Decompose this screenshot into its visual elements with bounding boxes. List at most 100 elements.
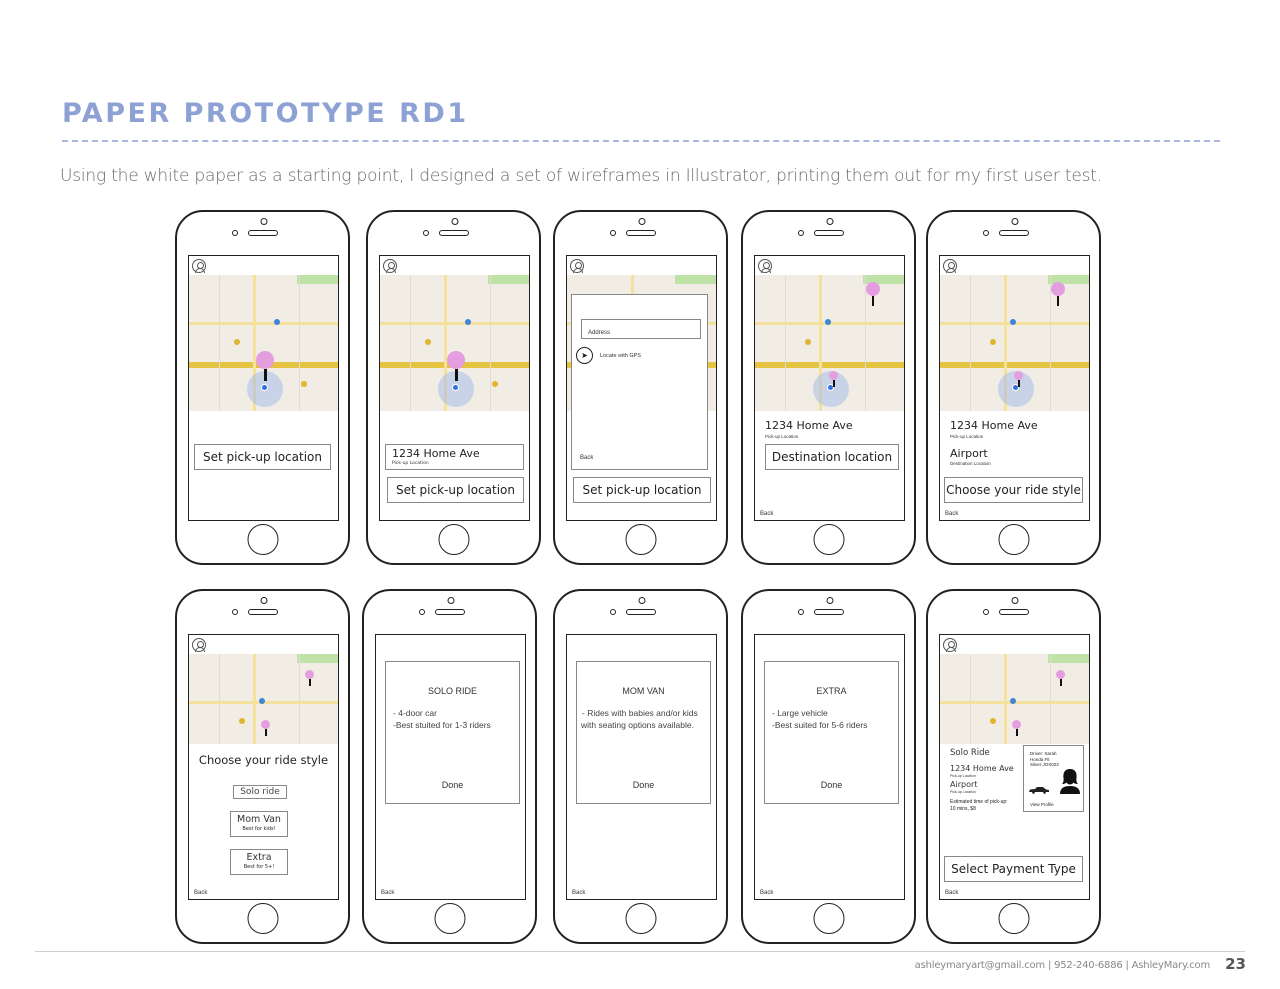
pickup-pin[interactable]	[256, 351, 274, 381]
destination-pin[interactable]	[866, 282, 880, 306]
pickup-pin[interactable]	[447, 351, 465, 381]
map-view[interactable]	[940, 654, 1089, 744]
map-view[interactable]	[940, 275, 1089, 411]
destination-location-button[interactable]: Destination location	[765, 444, 899, 470]
screen-extra-detail: EXTRA - Large vehicle -Best suited for 5…	[754, 634, 905, 900]
map-street	[970, 654, 971, 744]
profile-icon[interactable]	[943, 638, 957, 652]
done-button[interactable]: Done	[765, 780, 898, 790]
map-poi	[234, 339, 240, 345]
map-street	[299, 275, 300, 411]
pickup-address-label: Pick-up Location	[765, 434, 799, 439]
home-button	[625, 524, 656, 555]
map-street	[785, 275, 786, 411]
sensor-icon	[260, 218, 268, 225]
done-button[interactable]: Done	[386, 780, 519, 790]
modal-line-1: - 4-door car	[393, 708, 437, 718]
done-button[interactable]: Done	[577, 780, 710, 790]
choose-ride-style-button[interactable]: Choose your ride style	[944, 477, 1083, 503]
map-poi	[990, 339, 996, 345]
footer-divider	[35, 951, 1245, 952]
phone-frame-3: Address ➤ Locate with GPS Back Set pick-…	[553, 210, 728, 565]
profile-icon[interactable]	[192, 638, 206, 652]
car-icon	[1029, 787, 1049, 794]
address-input[interactable]: Address	[581, 319, 701, 339]
profile-icon[interactable]	[192, 259, 206, 273]
home-button	[247, 524, 278, 555]
camera-icon	[610, 230, 616, 236]
home-button	[998, 524, 1029, 555]
map-poi	[990, 718, 996, 724]
map-view[interactable]	[189, 275, 338, 411]
map-view[interactable]	[755, 275, 904, 411]
back-link[interactable]: Back	[945, 511, 958, 517]
pickup-address: 1234 Home Ave	[392, 447, 480, 460]
camera-icon	[798, 609, 804, 615]
speaker-icon	[626, 230, 656, 236]
screen-address-entry: Address ➤ Locate with GPS Back Set pick-…	[566, 255, 717, 521]
sensor-icon	[638, 597, 646, 604]
pickup-pin	[1014, 371, 1023, 387]
screen-mom-van-detail: MOM VAN - Rides with babies and/or kids …	[566, 634, 717, 900]
profile-icon[interactable]	[758, 259, 772, 273]
modal-line-1: - Rides with babies and/or kids	[582, 708, 698, 718]
map-poi	[825, 319, 831, 325]
back-link[interactable]: Back	[381, 890, 394, 896]
profile-icon[interactable]	[570, 259, 584, 273]
screen-solo-ride-detail: SOLO RIDE - 4-door car -Best stuited for…	[375, 634, 526, 900]
address-entry-panel: Address ➤ Locate with GPS Back	[571, 294, 708, 470]
profile-icon[interactable]	[943, 259, 957, 273]
map-poi	[239, 718, 245, 724]
set-pickup-button[interactable]: Set pick-up location	[194, 444, 331, 470]
speaker-icon	[248, 609, 278, 615]
map-street	[1050, 654, 1051, 744]
option-label: Solo ride	[240, 787, 280, 797]
camera-icon	[419, 609, 425, 615]
view-profile-link[interactable]: View Profile	[1030, 802, 1054, 808]
eta-label: Estimated time of pick-up:	[950, 799, 1008, 805]
phone-frame-5: 1234 Home Ave Pick-up Location Airport D…	[926, 210, 1101, 565]
set-pickup-button[interactable]: Set pick-up location	[573, 477, 711, 503]
map-poi	[259, 698, 265, 704]
map-poi	[492, 381, 498, 387]
map-poi	[1010, 698, 1016, 704]
map-road	[380, 322, 529, 325]
select-payment-button[interactable]: Select Payment Type	[944, 856, 1083, 882]
destination-address-label: Destination Location	[950, 461, 991, 466]
eta-value: 10 mins, $8	[950, 806, 976, 812]
modal-line-2: -Best stuited for 1-3 riders	[393, 720, 491, 730]
map-view[interactable]	[189, 654, 338, 744]
modal-title: EXTRA	[816, 686, 847, 696]
solo-ride-modal: SOLO RIDE - 4-door car -Best stuited for…	[385, 661, 520, 804]
locate-gps-button[interactable]: ➤ Locate with GPS	[576, 347, 641, 364]
pickup-pin	[1012, 720, 1021, 736]
pickup-address: 1234 Home Ave	[950, 764, 1014, 773]
sensor-icon	[1011, 597, 1019, 604]
pickup-address-field[interactable]: 1234 Home Ave Pick-up Location	[385, 444, 524, 470]
extra-option[interactable]: Extra Best for 5+!	[230, 849, 288, 875]
back-link[interactable]: Back	[945, 890, 958, 896]
set-pickup-button[interactable]: Set pick-up location	[387, 477, 524, 503]
phone-frame-6: Choose your ride style Solo ride Mom Van…	[175, 589, 350, 944]
map-road	[1004, 654, 1007, 744]
home-button	[434, 903, 465, 934]
speaker-icon	[814, 609, 844, 615]
map-view[interactable]	[380, 275, 529, 411]
mom-van-option[interactable]: Mom Van Best for kids!	[230, 811, 288, 837]
speaker-icon	[814, 230, 844, 236]
sensor-icon	[260, 597, 268, 604]
map-road	[189, 322, 338, 325]
option-label: Extra	[246, 852, 272, 863]
back-link[interactable]: Back	[572, 890, 585, 896]
destination-address: Airport	[950, 780, 978, 789]
phone-frame-10: Solo Ride 1234 Home Ave Pick-up Location…	[926, 589, 1101, 944]
profile-icon[interactable]	[383, 259, 397, 273]
back-link[interactable]: Back	[194, 890, 207, 896]
pickup-address: 1234 Home Ave	[950, 419, 1038, 432]
back-link[interactable]: Back	[760, 511, 773, 517]
solo-ride-option[interactable]: Solo ride	[233, 785, 287, 799]
destination-pin[interactable]	[1051, 282, 1065, 306]
back-link[interactable]: Back	[760, 890, 773, 896]
speaker-icon	[435, 609, 465, 615]
back-link[interactable]: Back	[580, 455, 593, 461]
